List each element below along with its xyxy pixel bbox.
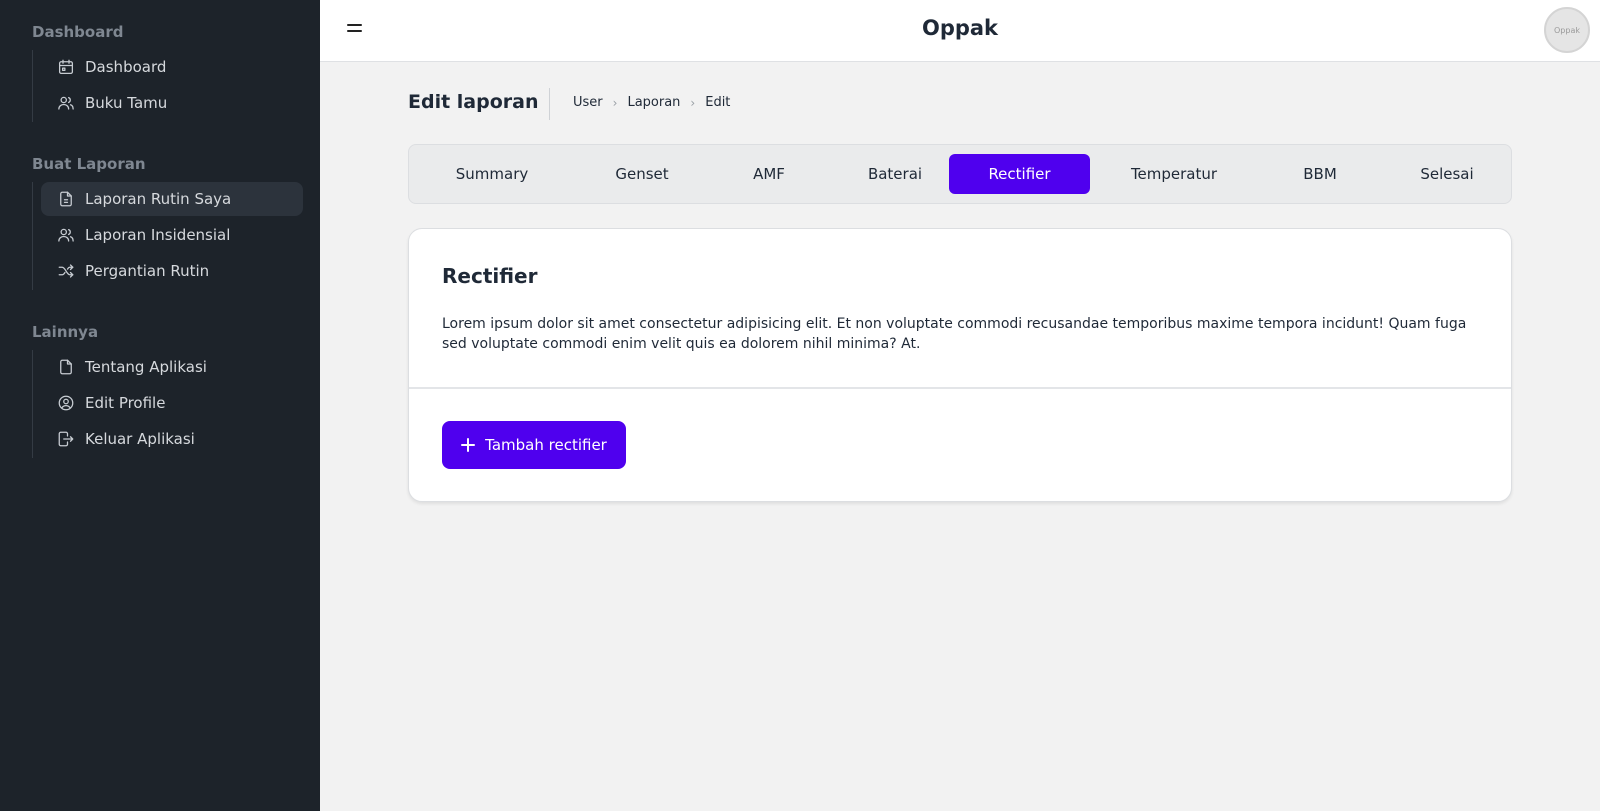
- chevron-right-icon: ›: [690, 95, 696, 110]
- tab-bbm[interactable]: BBM: [1259, 154, 1381, 194]
- calendar-icon: [58, 59, 74, 75]
- tab-rectifier[interactable]: Rectifier: [949, 154, 1090, 194]
- sidebar-item-label: Tentang Aplikasi: [85, 358, 207, 376]
- sidebar: Dashboard Dashboard Buku Tamu Buat Lapor…: [0, 0, 320, 811]
- sidebar-item-label: Laporan Insidensial: [85, 226, 231, 244]
- sidebar-item-keluar-aplikasi[interactable]: Keluar Aplikasi: [41, 422, 303, 456]
- topbar: Oppak Oppak: [320, 0, 1600, 62]
- sidebar-section-buat-laporan: Buat Laporan: [32, 155, 146, 173]
- title-divider: [549, 88, 550, 120]
- tab-genset[interactable]: Genset: [579, 154, 705, 194]
- app-title: Oppak: [921, 16, 999, 40]
- sidebar-item-label: Pergantian Rutin: [85, 262, 210, 280]
- file-icon: [60, 359, 72, 375]
- breadcrumb: User › Laporan › Edit: [573, 95, 730, 110]
- card-description: Lorem ipsum dolor sit amet consectetur a…: [442, 316, 1467, 352]
- tab-selesai[interactable]: Selesai: [1385, 154, 1509, 194]
- sidebar-group-dashboard: Dashboard Buku Tamu: [32, 50, 303, 122]
- sidebar-item-tentang-aplikasi[interactable]: Tentang Aplikasi: [41, 350, 303, 384]
- chevron-right-icon: ›: [612, 95, 618, 110]
- tab-temperatur[interactable]: Temperatur: [1099, 154, 1249, 194]
- sidebar-item-dashboard[interactable]: Dashboard: [41, 50, 303, 84]
- plus-icon: [461, 438, 476, 452]
- sidebar-item-buku-tamu[interactable]: Buku Tamu: [41, 86, 303, 120]
- card-divider: [409, 387, 1511, 389]
- breadcrumb-edit: Edit: [705, 95, 731, 110]
- sidebar-item-laporan-rutin-saya[interactable]: Laporan Rutin Saya: [41, 182, 303, 216]
- tab-summary[interactable]: Summary: [417, 154, 567, 194]
- add-rectifier-label: Tambah rectifier: [485, 436, 607, 454]
- sidebar-item-label: Laporan Rutin Saya: [85, 190, 232, 208]
- tab-baterai[interactable]: Baterai: [833, 154, 957, 194]
- sidebar-section-lainnya: Lainnya: [32, 323, 99, 341]
- sidebar-group-lainnya: Tentang Aplikasi Edit Profile Keluar Apl…: [32, 350, 303, 458]
- sidebar-item-label: Keluar Aplikasi: [85, 430, 195, 448]
- sidebar-item-edit-profile[interactable]: Edit Profile: [41, 386, 303, 420]
- users-icon: [58, 96, 74, 110]
- sidebar-item-label: Edit Profile: [85, 394, 166, 412]
- rectifier-card: Rectifier Lorem ipsum dolor sit amet con…: [408, 228, 1512, 502]
- shuffle-icon: [58, 264, 74, 278]
- file-report-icon: [60, 191, 72, 207]
- tab-bar: Summary Genset AMF Baterai Rectifier Tem…: [408, 144, 1512, 204]
- user-circle-icon: [58, 395, 74, 411]
- breadcrumb-user[interactable]: User: [573, 95, 603, 110]
- logout-icon: [58, 431, 74, 447]
- page-title: Edit laporan: [408, 91, 539, 113]
- sidebar-item-label: Buku Tamu: [85, 94, 168, 112]
- sidebar-item-laporan-insidensial[interactable]: Laporan Insidensial: [41, 218, 303, 252]
- breadcrumb-laporan[interactable]: Laporan: [627, 95, 680, 110]
- sidebar-item-pergantian-rutin[interactable]: Pergantian Rutin: [41, 254, 303, 288]
- add-rectifier-button[interactable]: Tambah rectifier: [442, 421, 626, 469]
- card-title: Rectifier: [442, 264, 538, 288]
- sidebar-item-label: Dashboard: [85, 58, 167, 76]
- avatar[interactable]: Oppak: [1544, 7, 1590, 53]
- sidebar-section-dashboard: Dashboard: [32, 23, 124, 41]
- sidebar-group-buat-laporan: Laporan Rutin Saya Laporan Insidensial P…: [32, 182, 303, 290]
- tab-amf[interactable]: AMF: [709, 154, 829, 194]
- users-icon: [58, 228, 74, 242]
